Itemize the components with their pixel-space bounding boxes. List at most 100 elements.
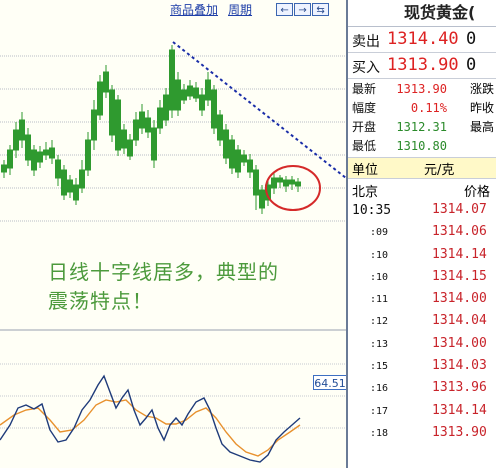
tick-row: :12 1314.04 bbox=[348, 310, 496, 332]
candle-body bbox=[283, 179, 289, 187]
tick-row: :13 1314.00 bbox=[348, 333, 496, 355]
sell-label: 卖出 bbox=[352, 34, 380, 50]
candle-body bbox=[85, 139, 91, 171]
buy-price: 1313.90 bbox=[387, 55, 459, 75]
tick-price: 1313.96 bbox=[432, 380, 487, 396]
tick-row: :11 1314.00 bbox=[348, 288, 496, 310]
tick-time: :09 bbox=[370, 227, 389, 239]
sell-volume: 0 bbox=[466, 29, 477, 49]
annotation-line-1: 日线十字线居多，典型的 bbox=[48, 260, 279, 284]
candle-body bbox=[1, 164, 7, 173]
stat-latest-value: 1313.90 bbox=[396, 82, 447, 96]
tick-price: 1314.07 bbox=[432, 202, 487, 217]
candle-body bbox=[193, 87, 199, 99]
candle-body bbox=[253, 169, 259, 196]
unit-row: 单位 元/克 bbox=[348, 158, 496, 179]
oscillator-value-label: 64.51 bbox=[313, 375, 346, 390]
tick-price: 1314.06 bbox=[432, 224, 487, 240]
candle-body bbox=[163, 94, 169, 121]
candle-body bbox=[205, 79, 211, 101]
oscillator-k-line bbox=[0, 374, 301, 463]
stat-latest: 最新 1313.90 bbox=[352, 82, 447, 96]
candle-body bbox=[13, 129, 19, 151]
chart-canvas bbox=[0, 41, 346, 463]
tick-time: :12 bbox=[370, 316, 389, 328]
candle-body bbox=[157, 107, 163, 129]
tick-price: 1314.14 bbox=[432, 246, 487, 262]
candle-body bbox=[19, 119, 25, 141]
candle-body bbox=[259, 189, 265, 209]
candle-body bbox=[31, 149, 37, 171]
price-header: 价格 bbox=[463, 185, 490, 200]
candle-body bbox=[151, 127, 157, 161]
tick-row: 10:35 1314.07 bbox=[348, 199, 496, 221]
trendline bbox=[172, 41, 346, 179]
tick-price: 1314.04 bbox=[432, 313, 487, 329]
unit-value: 元/克 bbox=[424, 163, 455, 178]
tick-time: 10:35 bbox=[352, 203, 392, 218]
candle-body bbox=[235, 149, 241, 173]
tick-row: :10 1314.15 bbox=[348, 266, 496, 288]
candle-body bbox=[229, 139, 235, 169]
candle-body bbox=[199, 94, 205, 111]
buy-label: 买入 bbox=[352, 60, 380, 76]
candlestick-chart-area[interactable]: 商品叠加 周期 ← → ⇆ 日线十字线居多，典型的 震荡特点！ 64.51 bbox=[0, 0, 346, 468]
stat-prev-close-label: 昨收 bbox=[470, 101, 495, 115]
buy-row: 买入 1313.90 0 bbox=[348, 53, 496, 79]
buy-volume: 0 bbox=[466, 55, 477, 75]
candle-body bbox=[37, 151, 43, 163]
tick-price: 1314.00 bbox=[432, 291, 487, 307]
candle-body bbox=[223, 129, 229, 159]
tick-price: 1314.14 bbox=[432, 402, 487, 418]
stat-open: 开盘 1312.31 bbox=[352, 120, 447, 134]
tick-time: :13 bbox=[370, 338, 389, 350]
candle-body bbox=[127, 139, 133, 157]
candle-body bbox=[289, 179, 295, 185]
tick-row: :16 1313.96 bbox=[348, 377, 496, 399]
candle-body bbox=[211, 89, 217, 129]
tick-list[interactable]: 10:35 1314.07:09 1314.06:10 1314.14:10 1314.… bbox=[348, 199, 496, 444]
sell-price: 1314.40 bbox=[387, 29, 459, 49]
candle-body bbox=[79, 169, 85, 189]
candle-body bbox=[241, 154, 247, 163]
candle-body bbox=[97, 81, 103, 116]
tick-price: 1314.03 bbox=[432, 358, 487, 374]
candle-body bbox=[7, 149, 13, 169]
candle-body bbox=[139, 111, 145, 129]
tick-row: :17 1314.14 bbox=[348, 400, 496, 422]
stat-high-label: 最高 bbox=[470, 120, 495, 134]
candle-body bbox=[169, 49, 175, 111]
stat-low-value: 1310.80 bbox=[396, 139, 447, 153]
candle-body bbox=[67, 179, 73, 193]
candle-body bbox=[49, 147, 55, 159]
candle-body bbox=[91, 109, 97, 141]
tick-row: :09 1314.06 bbox=[348, 221, 496, 243]
stat-open-value: 1312.31 bbox=[396, 120, 447, 134]
stat-change-label: 涨跌 bbox=[470, 82, 495, 96]
candle-body bbox=[61, 169, 67, 196]
tick-time: :17 bbox=[370, 405, 389, 417]
tick-time: :10 bbox=[370, 271, 389, 283]
tick-price: 1314.15 bbox=[432, 268, 487, 284]
tick-row: :10 1314.14 bbox=[348, 244, 496, 266]
quote-stats: 最新 1313.90 涨跌 幅度 0.11% 昨收 开盘 1312.31 最高 … bbox=[348, 79, 496, 158]
tick-row: :15 1314.03 bbox=[348, 355, 496, 377]
candle-body bbox=[115, 99, 121, 151]
candle-body bbox=[295, 181, 301, 187]
ticks-header: 北京 价格 bbox=[348, 179, 496, 200]
stat-amplitude: 幅度 0.11% bbox=[352, 101, 447, 115]
candle-body bbox=[175, 79, 181, 111]
tick-price: 1313.90 bbox=[432, 424, 487, 440]
candle-body bbox=[73, 184, 79, 201]
candle-body bbox=[133, 119, 139, 141]
stat-amplitude-value: 0.11% bbox=[410, 101, 447, 115]
candle-body bbox=[217, 114, 223, 141]
tick-price: 1314.00 bbox=[432, 335, 487, 351]
tick-time: :15 bbox=[370, 361, 389, 373]
chart-annotation: 日线十字线居多，典型的 震荡特点！ bbox=[48, 258, 279, 316]
tick-time: :18 bbox=[370, 427, 389, 439]
candle-body bbox=[121, 129, 127, 149]
tick-row: :18 1313.90 bbox=[348, 422, 496, 444]
candle-body bbox=[277, 177, 283, 183]
sell-row: 卖出 1314.40 0 bbox=[348, 27, 496, 53]
